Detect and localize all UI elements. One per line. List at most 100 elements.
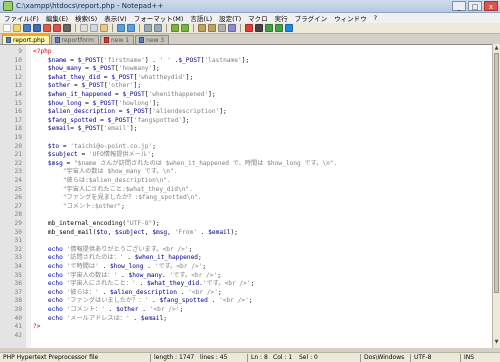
close-all-icon[interactable] [53, 24, 61, 32]
menu-window[interactable]: ウィンドウ [334, 13, 367, 23]
menu-file[interactable]: ファイル(F) [4, 13, 39, 23]
code-line[interactable]: 13 $other = $_POST['other']; [0, 82, 492, 91]
menu-run[interactable]: 実行 [275, 13, 288, 23]
code-line[interactable]: 20 $to = 'taichi@o-point.co.jp'; [0, 143, 492, 152]
code-token: ]; [219, 108, 227, 116]
scrollbar-thumb[interactable] [494, 53, 499, 293]
code-token: $to [47, 142, 60, 150]
code-token: 'firstname' [103, 56, 145, 64]
code-token: $_POST [92, 65, 115, 73]
line-number: 24 [14, 177, 22, 184]
show-all-chars-icon[interactable] [218, 24, 226, 32]
zoom-out-icon[interactable] [181, 24, 189, 32]
code-line[interactable]: 26 "ファングを見ましたか？:$fang_spotted\n". [0, 194, 492, 203]
replace-icon[interactable] [154, 24, 162, 32]
sync-scroll-icon[interactable] [198, 24, 206, 32]
code-line[interactable]: 29 mb_internal_encoding("UTF-8"); [0, 220, 492, 229]
code-token: ]; [208, 91, 216, 98]
menu-search[interactable]: 検索(S) [75, 13, 97, 23]
code-line[interactable]: 33 echo '訪問されたのは：' . $when_it_happened; [0, 254, 492, 263]
paste-icon[interactable] [100, 24, 108, 32]
code-line[interactable]: 34 echo 'で時間は' . $how_long . 'です。<br />'… [0, 263, 492, 272]
tab-new-1[interactable]: new 1 [99, 35, 135, 44]
code-line[interactable]: 24 "彼らは:$alien_description\n". [0, 177, 492, 186]
code-line[interactable]: 19 [0, 134, 492, 143]
code-line[interactable]: 25 "宇宙人にされたこと:$what_they_did\n". [0, 186, 492, 195]
code-line[interactable]: 40 echo 'メールアドレスは：' . $email; [0, 315, 492, 324]
tab-new-3[interactable]: new 3 [135, 35, 170, 44]
code-line[interactable]: 21 $subject = 'UFO情報提供メール'; [0, 151, 492, 160]
open-folder-icon[interactable] [13, 24, 21, 32]
print-icon[interactable] [63, 24, 71, 32]
code-line[interactable]: 39 echo 'コメント：' . $other . '<br />'; [0, 306, 492, 315]
menu-macro[interactable]: マクロ [248, 13, 268, 23]
scroll-up-arrow-icon[interactable]: ▲ [493, 45, 500, 52]
code-line[interactable]: 41 ?> [0, 323, 492, 332]
menu-edit[interactable]: 編集(E) [46, 13, 68, 23]
code-line[interactable]: 14 $when_it_happened = $_POST['whenithap… [0, 91, 492, 100]
indent-guide-icon[interactable] [228, 24, 236, 32]
maximize-button[interactable]: □ [468, 1, 482, 11]
line-number: 19 [14, 134, 22, 141]
cut-icon[interactable] [80, 24, 88, 32]
play-macro-icon[interactable] [265, 24, 273, 32]
code-token: 'From' [174, 228, 197, 236]
code-editor[interactable]: 9 <?php 10 $name = $_POST['firstname'] . '… [0, 44, 492, 348]
code-line[interactable]: 42 [0, 332, 492, 341]
code-line[interactable]: 18 $email= $_POST['email']; [0, 125, 492, 134]
code-text: $what_they_did = $_POST['whattheydid']; [33, 74, 193, 83]
code-line[interactable]: 28 [0, 211, 492, 220]
toolbar-separator [139, 24, 140, 32]
word-wrap-icon[interactable] [208, 24, 216, 32]
code-line[interactable]: 38 echo 'ファングはいましたか？：' . $fang_spotted .… [0, 297, 492, 306]
code-token: $alien_description [47, 108, 115, 116]
tab-report-php[interactable]: report.php [2, 34, 50, 44]
code-line[interactable]: 16 $alien_description = $_POST['aliendes… [0, 108, 492, 117]
code-line[interactable]: 17 $fang_spotted = $_POST['fangspotted']… [0, 117, 492, 126]
menu-help[interactable]: ? [374, 14, 377, 22]
code-token: $email [140, 314, 164, 322]
redo-icon[interactable] [127, 24, 135, 32]
code-line[interactable]: 10 $name = $_POST['firstname'] . ' ' .$_… [0, 57, 492, 66]
copy-icon[interactable] [90, 24, 98, 32]
menu-language[interactable]: 言語(L) [190, 13, 212, 23]
code-line[interactable]: 11 $how_many = $_POST['howmany']; [0, 65, 492, 74]
line-number: 23 [14, 168, 22, 176]
code-token: ; [121, 202, 125, 210]
code-line[interactable]: 31 [0, 237, 492, 246]
stop-macro-icon[interactable] [255, 24, 263, 32]
save-all-icon[interactable] [33, 24, 41, 32]
new-file-icon[interactable] [3, 24, 11, 32]
zoom-in-icon[interactable] [171, 24, 179, 32]
code-line[interactable]: 35 echo '宇宙人の数は：' . $how_many. 'です。<br /… [0, 272, 492, 281]
menu-format[interactable]: フォーマット(M) [134, 13, 184, 23]
menu-view[interactable]: 表示(V) [104, 13, 127, 23]
code-token: ; [217, 271, 221, 279]
code-line[interactable]: 15 $how_long = $_POST['howlong']; [0, 100, 492, 109]
code-line[interactable]: 36 echo '宇宙人にされたこと：' . $what_they_did.'で… [0, 280, 492, 289]
code-line[interactable]: 27 "コメント:$other"; [0, 203, 492, 212]
record-macro-icon[interactable] [245, 24, 253, 32]
code-token: 'other' [107, 82, 134, 90]
menu-settings[interactable]: 設定(T) [219, 13, 241, 23]
run-macro-multiple-icon[interactable] [275, 24, 283, 32]
undo-icon[interactable] [117, 24, 125, 32]
menu-plugins[interactable]: プラグイン [295, 13, 328, 23]
save-icon[interactable] [23, 24, 31, 32]
close-button[interactable]: x [484, 1, 498, 11]
line-number: 38 [14, 297, 22, 305]
code-line[interactable]: 23 "宇宙人の数は $how_many です。\n". [0, 168, 492, 177]
code-text: echo 'で時間は' . $how_long . 'です。<br />'; [33, 263, 206, 272]
code-line[interactable]: 9 <?php [0, 48, 492, 57]
tab-reportform[interactable]: reportform [50, 35, 99, 44]
code-line[interactable]: 30 mb_send_mail($to, $subject, $msg, 'Fr… [0, 229, 492, 238]
scroll-down-arrow-icon[interactable]: ▼ [493, 339, 500, 346]
find-icon[interactable] [144, 24, 152, 32]
minimize-button[interactable]: _ [452, 1, 466, 11]
save-macro-icon[interactable] [285, 24, 293, 32]
close-file-icon[interactable] [43, 24, 51, 32]
vertical-scrollbar[interactable]: ▲ ▼ [492, 44, 500, 348]
code-token: $other [116, 306, 139, 313]
code-line[interactable]: 12 $what_they_did = $_POST['whattheydid'… [0, 74, 492, 83]
